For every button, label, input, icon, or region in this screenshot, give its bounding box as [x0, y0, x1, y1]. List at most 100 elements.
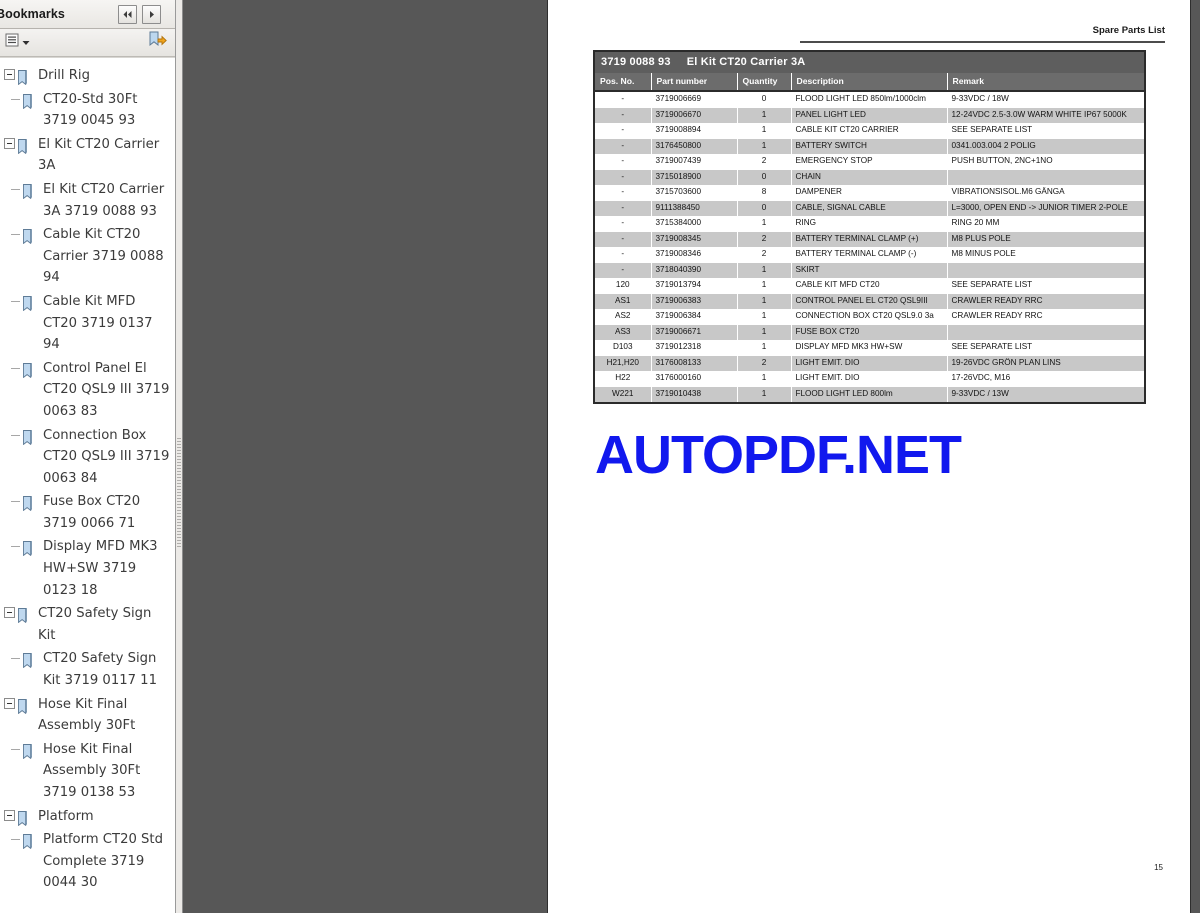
tree-connector-line — [11, 367, 20, 369]
part-number-cell: 3719012318 — [651, 340, 738, 356]
table-row: -3719008345 2 BATTERY TERMINAL CLAMP (+) M8… — [595, 231, 1145, 247]
bookmark-label[interactable]: CT20 Safety Sign Kit — [38, 603, 173, 646]
bookmark-label[interactable]: Hose Kit Final Assembly 30Ft — [38, 694, 173, 737]
pos-no-cell: - — [595, 169, 652, 185]
bookmark-item[interactable]: CT20-Std 30Ft 3719 0045 93 — [0, 88, 175, 133]
bookmark-label[interactable]: El Kit CT20 Carrier 3A 3719 0088 93 — [43, 179, 173, 222]
bookmark-item[interactable]: El Kit CT20 Carrier 3A 3719 0088 93 — [0, 178, 175, 223]
description-cell: DAMPENER — [791, 185, 948, 201]
bookmark-collapse-toggle[interactable] — [4, 697, 15, 709]
bookmark-icon — [17, 698, 34, 714]
bookmark-row[interactable]: Platform — [0, 805, 175, 829]
new-bookmark-icon[interactable] — [147, 31, 167, 54]
splitter-grip[interactable] — [177, 438, 181, 548]
part-number-cell: 3715018900 — [651, 169, 738, 185]
bookmark-collapse-toggle[interactable] — [4, 809, 15, 821]
bookmark-row[interactable]: Display MFD MK3 HW+SW 3719 0123 18 — [0, 535, 175, 602]
bookmark-row[interactable]: CT20-Std 30Ft 3719 0045 93 — [0, 88, 175, 133]
bookmark-label[interactable]: Display MFD MK3 HW+SW 3719 0123 18 — [43, 536, 173, 601]
pos-no-cell: W221 — [595, 386, 652, 402]
bookmark-row[interactable]: Cable Kit CT20 Carrier 3719 0088 94 — [0, 223, 175, 290]
bookmark-label[interactable]: CT20 Safety Sign Kit 3719 0117 11 — [43, 648, 173, 691]
description-cell: FLOOD LIGHT LED 850lm/1000clm — [791, 91, 948, 108]
document-viewport[interactable]: Spare Parts List 3719 0088 93 El Kit CT2… — [183, 0, 1200, 913]
description-cell: BATTERY TERMINAL CLAMP (-) — [791, 247, 948, 263]
bookmark-row[interactable]: Platform CT20 Std Complete 3719 0044 30 — [0, 828, 175, 895]
bookmarks-toolbar — [0, 29, 175, 57]
bookmark-collapse-toggle[interactable] — [4, 137, 15, 149]
bookmark-collapse-toggle[interactable] — [4, 69, 15, 80]
remark-cell: RING 20 MM — [947, 216, 1145, 232]
description-cell: CABLE, SIGNAL CABLE — [791, 200, 948, 216]
chevron-down-icon[interactable] — [22, 34, 30, 52]
bookmarks-options-menu[interactable] — [4, 32, 30, 53]
bookmarks-panel: Bookmarks Drill Rig CT20-Std 30Ft 3719 0… — [0, 0, 176, 913]
bookmark-row[interactable]: Connection Box CT20 QSL9 III 3719 0063 8… — [0, 424, 175, 491]
bookmark-row[interactable]: El Kit CT20 Carrier 3A — [0, 133, 175, 178]
bookmark-icon — [22, 362, 39, 379]
bookmark-row[interactable]: Hose Kit Final Assembly 30Ft 3719 0138 5… — [0, 738, 175, 805]
bookmark-item[interactable]: Fuse Box CT20 3719 0066 71 — [0, 490, 175, 535]
bookmark-item[interactable]: Hose Kit Final Assembly 30Ft — [0, 693, 175, 738]
tree-connector-line — [11, 748, 20, 750]
pos-no-cell: - — [595, 154, 652, 170]
bookmark-label[interactable]: Platform — [38, 806, 94, 828]
rewind-icon[interactable] — [118, 4, 137, 24]
bookmark-row[interactable]: Drill Rig — [0, 64, 175, 88]
bookmark-icon — [22, 495, 39, 512]
quantity-cell: 1 — [737, 216, 792, 232]
tree-connector-line — [11, 234, 20, 236]
bookmark-label[interactable]: Fuse Box CT20 3719 0066 71 — [43, 491, 173, 534]
bookmark-row[interactable]: Cable Kit MFD CT20 3719 0137 94 — [0, 290, 175, 357]
bookmark-row[interactable]: El Kit CT20 Carrier 3A 3719 0088 93 — [0, 178, 175, 223]
bookmark-label[interactable]: CT20-Std 30Ft 3719 0045 93 — [43, 89, 173, 132]
bookmark-tree[interactable]: Drill Rig CT20-Std 30Ft 3719 0045 93 El … — [0, 57, 175, 913]
new-bookmark-button[interactable] — [147, 31, 167, 54]
bookmark-item[interactable]: Platform — [0, 805, 175, 829]
part-number-cell: 3719006669 — [651, 91, 738, 108]
pos-no-cell: H22 — [595, 371, 652, 387]
bookmark-item[interactable]: Drill Rig — [0, 64, 175, 88]
list-options-icon[interactable] — [4, 32, 20, 53]
bookmark-icon — [22, 652, 39, 669]
remark-cell: L=3000, OPEN END -> JUNIOR TIMER 2-POLE — [947, 200, 1145, 216]
bookmark-item[interactable]: Control Panel El CT20 QSL9 III 3719 0063… — [0, 357, 175, 424]
bookmark-item[interactable]: El Kit CT20 Carrier 3A — [0, 133, 175, 178]
quantity-cell: 1 — [737, 262, 792, 278]
part-number-cell: 3719013794 — [651, 278, 738, 294]
bookmark-item[interactable]: Display MFD MK3 HW+SW 3719 0123 18 — [0, 535, 175, 602]
bookmark-label[interactable]: El Kit CT20 Carrier 3A — [38, 134, 173, 177]
remark-cell: 17-26VDC, M16 — [947, 371, 1145, 387]
bookmark-row[interactable]: Fuse Box CT20 3719 0066 71 — [0, 490, 175, 535]
bookmark-label[interactable]: Control Panel El CT20 QSL9 III 3719 0063… — [43, 358, 173, 423]
quantity-cell: 0 — [737, 200, 792, 216]
bookmark-label[interactable]: Drill Rig — [38, 65, 90, 87]
table-title-row: 3719 0088 93 El Kit CT20 Carrier 3A — [595, 52, 1145, 73]
bookmark-row[interactable]: CT20 Safety Sign Kit 3719 0117 11 — [0, 647, 175, 692]
table-row: AS2 3719006384 1 CONNECTION BOX CT20 QSL9.0… — [595, 309, 1145, 325]
bookmark-item[interactable]: Connection Box CT20 QSL9 III 3719 0063 8… — [0, 424, 175, 491]
bookmark-item[interactable]: CT20 Safety Sign Kit 3719 0117 11 — [0, 647, 175, 692]
bookmark-collapse-toggle[interactable] — [4, 607, 15, 619]
bookmark-row[interactable]: CT20 Safety Sign Kit — [0, 602, 175, 647]
bookmark-item[interactable]: CT20 Safety Sign Kit — [0, 602, 175, 647]
bookmark-label[interactable]: Cable Kit CT20 Carrier 3719 0088 94 — [43, 224, 173, 289]
part-number-cell: 3719008345 — [651, 231, 738, 247]
bookmark-icon — [22, 228, 39, 245]
bookmark-label[interactable]: Platform CT20 Std Complete 3719 0044 30 — [43, 829, 173, 894]
bookmark-item[interactable]: Cable Kit MFD CT20 3719 0137 94 — [0, 290, 175, 357]
quantity-cell: 2 — [737, 154, 792, 170]
bookmark-label[interactable]: Hose Kit Final Assembly 30Ft 3719 0138 5… — [43, 739, 173, 804]
bookmarks-panel-title: Bookmarks — [0, 7, 65, 21]
panel-splitter[interactable] — [176, 0, 183, 913]
part-number-cell: 3719006384 — [651, 309, 738, 325]
bookmark-row[interactable]: Control Panel El CT20 QSL9 III 3719 0063… — [0, 357, 175, 424]
bookmark-label[interactable]: Cable Kit MFD CT20 3719 0137 94 — [43, 291, 173, 356]
pos-no-cell: - — [595, 200, 652, 216]
bookmark-item[interactable]: Hose Kit Final Assembly 30Ft 3719 0138 5… — [0, 738, 175, 805]
bookmark-row[interactable]: Hose Kit Final Assembly 30Ft — [0, 693, 175, 738]
bookmark-label[interactable]: Connection Box CT20 QSL9 III 3719 0063 8… — [43, 425, 173, 490]
bookmark-item[interactable]: Platform CT20 Std Complete 3719 0044 30 — [0, 828, 175, 895]
bookmark-item[interactable]: Cable Kit CT20 Carrier 3719 0088 94 — [0, 223, 175, 290]
play-icon[interactable] — [142, 4, 161, 24]
